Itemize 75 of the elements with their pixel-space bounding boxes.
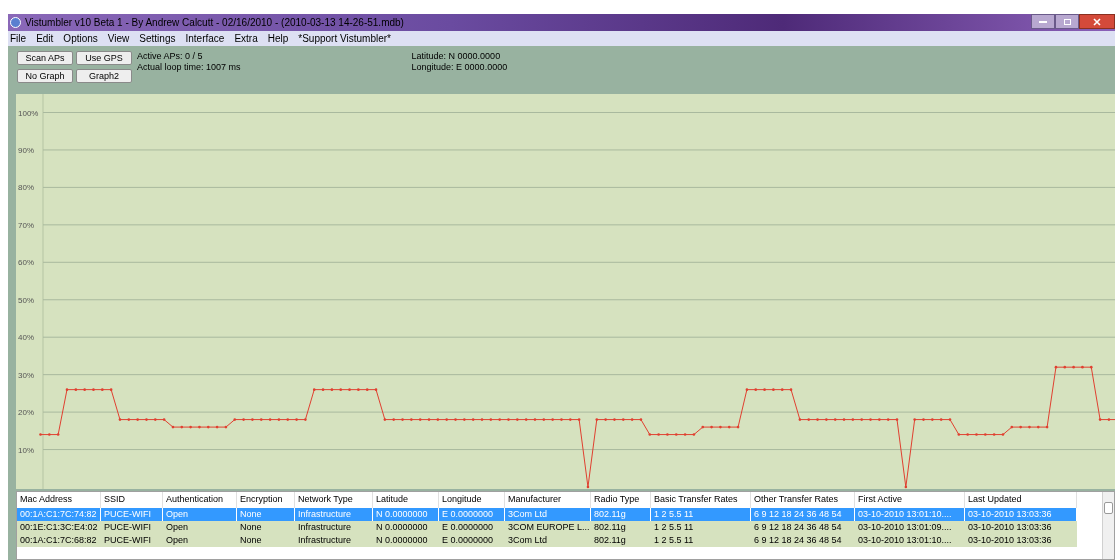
table-cell-text: 00:1E:C1:3C:E4:02 <box>19 521 99 534</box>
table-cell-text: Open <box>165 521 190 534</box>
column-header[interactable]: Radio Type <box>591 492 651 508</box>
table-cell-text: 03-10-2010 13:03:36 <box>967 534 1053 547</box>
axis-tick-label: 40% <box>18 333 34 343</box>
table-cell-text: 03-10-2010 13:01:09.... <box>857 521 953 534</box>
axis-tick-label: 10% <box>18 445 34 455</box>
menu-item[interactable]: File <box>10 31 27 46</box>
menu-item[interactable]: View <box>107 31 130 46</box>
toolbar-button[interactable]: Scan APs <box>17 51 73 65</box>
table-cell-text: 1 2 5.5 11 <box>653 521 695 534</box>
menu-item[interactable]: Interface <box>185 31 225 46</box>
table-cell-text: 6 9 12 18 24 36 48 54 <box>753 521 843 534</box>
table-cell-text: E 0.0000000 <box>441 521 495 534</box>
column-header[interactable]: SSID <box>101 492 163 508</box>
table-cell-text: 03-10-2010 13:01:10.... <box>857 534 953 547</box>
table-cell-text: 6 9 12 18 24 36 48 54 <box>753 534 843 547</box>
maximize-button[interactable] <box>1055 14 1079 29</box>
axis-tick-label: 100% <box>18 108 39 118</box>
column-header[interactable]: Last Updated <box>965 492 1077 508</box>
column-header[interactable]: First Active <box>855 492 965 508</box>
table-cell-text: Infrastructure <box>297 521 353 534</box>
table-cell-text: PUCE-WIFI <box>103 534 152 547</box>
app-icon <box>10 17 21 28</box>
minimize-button[interactable] <box>1031 14 1055 29</box>
menu-item[interactable]: Settings <box>139 31 176 46</box>
table-cell-text: Open <box>165 534 190 547</box>
axis-tick-label: 50% <box>18 295 34 305</box>
gps-text: Longitude: E 0000.0000 <box>411 62 508 73</box>
column-header[interactable]: Manufacturer <box>505 492 591 508</box>
column-header[interactable]: Authentication <box>163 492 237 508</box>
table-cell-text: None <box>239 534 263 547</box>
status-text: Active APs: 0 / 5 <box>137 51 204 62</box>
table-cell-text: 802.11g <box>593 534 627 547</box>
column-header[interactable]: Other Transfer Rates <box>751 492 855 508</box>
axis-tick-label: 90% <box>18 145 34 155</box>
column-header[interactable]: Encryption <box>237 492 295 508</box>
scrollbar[interactable] <box>1102 492 1114 559</box>
menu-item[interactable]: *Support Vistumbler* <box>298 31 391 46</box>
table-cell-text: Infrastructure <box>297 534 353 547</box>
table-row[interactable]: 00:1E:C1:3C:E4:02 PUCE-WIFI Open None Infrastructure N 0.0000000 E 0.0000000 3COM EUROPE L... 802.11g 1 2 5.5 11 6 9 12 18 24 36 48 54 03-10-2010 13:01:09.... 03-10-2010 13:03:36 <box>17 521 1077 534</box>
menu-item[interactable]: Extra <box>234 31 258 46</box>
column-header[interactable]: Basic Transfer Rates <box>651 492 751 508</box>
axis-tick-label: 80% <box>18 183 34 193</box>
toolbar-button[interactable]: Use GPS <box>76 51 132 65</box>
menu-item[interactable]: Edit <box>36 31 54 46</box>
table-row[interactable]: 00:1A:C1:7C:68:82 PUCE-WIFI Open None Infrastructure N 0.0000000 E 0.0000000 3Com Ltd 802.11g 1 2 5.5 11 6 9 12 18 24 36 48 54 03-10-2010 13:01:10.... 03-10-2010 13:03:36 <box>17 534 1077 547</box>
toolbar-button[interactable]: No Graph <box>17 69 73 83</box>
table-cell-text: 3COM EUROPE L... <box>507 521 591 534</box>
column-header[interactable]: Network Type <box>295 492 373 508</box>
column-header[interactable]: Longitude <box>439 492 505 508</box>
table-cell-text: 03-10-2010 13:03:36 <box>967 521 1053 534</box>
axis-tick-label: 70% <box>18 220 34 230</box>
table-cell-text: 1 2 5.5 11 <box>653 534 695 547</box>
table-cell-text: 802.11g <box>593 521 627 534</box>
status-text: Actual loop time: 1007 ms <box>137 62 241 73</box>
menu-item[interactable]: Help <box>267 31 289 46</box>
gps-text: Latitude: N 0000.0000 <box>411 51 502 62</box>
axis-tick-label: 20% <box>18 408 34 418</box>
table-cell-text: 3Com Ltd <box>507 534 549 547</box>
axis-tick-label: 30% <box>18 370 34 380</box>
table-cell-text: 00:1A:C1:7C:68:82 <box>19 534 98 547</box>
close-button[interactable] <box>1079 14 1115 29</box>
menu-item[interactable]: Options <box>63 31 98 46</box>
window-title: Vistumbler v10 Beta 1 - By Andrew Calcutt - 02/16/2010 - (2010-03-13 14-26-51.mdb) <box>25 16 404 30</box>
table-cell-text: PUCE-WIFI <box>103 521 152 534</box>
column-header[interactable]: Mac Address <box>17 492 101 508</box>
table-cell-text: E 0.0000000 <box>441 534 495 547</box>
table-cell-text: None <box>239 521 263 534</box>
toolbar-button[interactable]: Graph2 <box>76 69 132 83</box>
table-cell-text: N 0.0000000 <box>375 521 429 534</box>
table-cell-text: N 0.0000000 <box>375 534 429 547</box>
column-header[interactable]: Latitude <box>373 492 439 508</box>
close-icon <box>1093 17 1101 26</box>
axis-tick-label: 60% <box>18 258 34 268</box>
